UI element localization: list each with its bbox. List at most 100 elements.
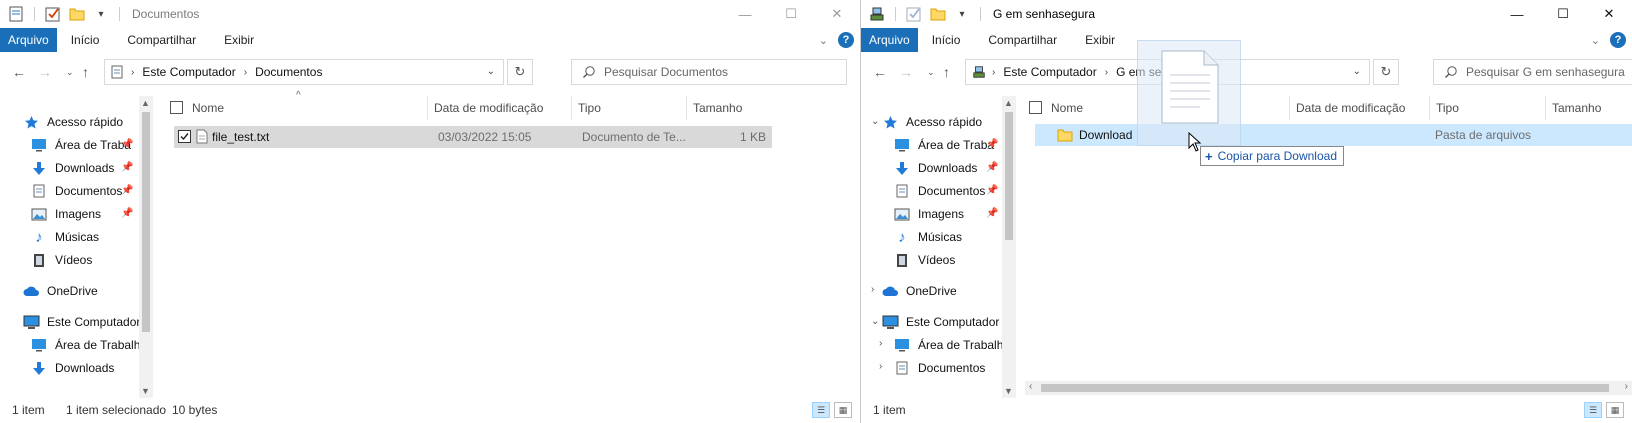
search-box[interactable] [1433,59,1632,85]
pin-icon[interactable]: 📌 [121,208,133,219]
close-button[interactable]: ✕ [814,0,860,28]
help-icon[interactable]: ? [838,32,854,48]
refresh-button[interactable]: ↻ [1373,59,1399,85]
nav-scrollbar[interactable]: ▲ ▼ [139,96,153,398]
pin-icon[interactable]: 📌 [986,162,998,173]
expand-chevron-icon[interactable]: › [879,361,882,372]
expand-chevron-icon[interactable]: › [871,284,874,295]
nav-imagens[interactable]: Imagens [30,203,101,225]
select-all-checkbox[interactable] [170,101,183,117]
scrollbar-thumb[interactable] [142,112,150,332]
nav-onedrive[interactable]: OneDrive [881,280,957,302]
scroll-left-arrow-icon[interactable]: ‹ [1029,381,1032,392]
tab-compartilhar[interactable]: Compartilhar [974,28,1071,52]
nav-onedrive[interactable]: OneDrive [22,280,98,302]
address-bar[interactable]: › Este Computador › Documentos ⌄ [104,59,504,85]
content-horizontal-scrollbar[interactable]: ‹ › [1025,381,1632,395]
column-tamanho[interactable]: Tamanho [1546,96,1632,120]
pin-icon[interactable]: 📌 [986,139,998,150]
breadcrumb-este-computador[interactable]: Este Computador [142,65,235,79]
address-dropdown-icon[interactable]: ⌄ [487,66,495,77]
expand-chevron-icon[interactable]: › [879,338,882,349]
details-view-icon[interactable]: ☰ [812,402,830,418]
tab-exibir[interactable]: Exibir [210,28,268,52]
nav-videos[interactable]: Vídeos [30,249,92,271]
tab-arquivo[interactable]: Arquivo [0,28,57,52]
new-folder-icon[interactable] [69,6,85,22]
pin-icon[interactable]: 📌 [121,139,133,150]
customize-toolbar-dropdown-icon[interactable]: ▾ [954,6,970,22]
nav-acesso-rapido[interactable]: Acesso rápido [22,111,123,133]
large-icons-view-icon[interactable]: ▦ [834,402,852,418]
tab-compartilhar[interactable]: Compartilhar [113,28,210,52]
scrollbar-thumb[interactable] [1041,384,1609,392]
nav-downloads[interactable]: Downloads [30,157,114,179]
help-icon[interactable]: ? [1610,32,1626,48]
column-data-modificacao[interactable]: Data de modificação [1290,96,1430,120]
details-view-icon[interactable]: ☰ [1584,402,1602,418]
nav-documentos[interactable]: Documentos [30,180,122,202]
back-arrow-icon[interactable]: ← [12,64,26,80]
scroll-up-arrow-icon[interactable]: ▲ [141,98,150,108]
back-arrow-icon[interactable]: ← [873,64,887,80]
nav-pc-downloads[interactable]: Downloads [30,357,114,379]
tab-exibir[interactable]: Exibir [1071,28,1129,52]
column-tamanho[interactable]: Tamanho [687,96,769,120]
forward-arrow-icon[interactable]: → [38,64,52,80]
minimize-button[interactable]: — [722,0,768,28]
close-button[interactable]: ✕ [1586,0,1632,28]
scroll-right-arrow-icon[interactable]: › [1625,381,1628,392]
nav-downloads[interactable]: Downloads [893,157,977,179]
nav-este-computador[interactable]: Este Computador [22,311,140,333]
search-box[interactable] [571,59,847,85]
properties-icon[interactable] [8,6,24,22]
column-tipo[interactable]: Tipo [572,96,687,120]
column-nome[interactable]: Nome [186,96,428,120]
breadcrumb-documentos[interactable]: Documentos [255,65,322,79]
search-input[interactable] [1466,65,1632,79]
nav-area-de-trabalho[interactable]: Área de Traba [893,134,994,156]
recent-locations-chevron-icon[interactable]: ⌄ [66,67,74,78]
tab-arquivo[interactable]: Arquivo [861,28,918,52]
nav-documentos[interactable]: Documentos [893,180,985,202]
collapse-chevron-icon[interactable]: ⌄ [871,316,879,327]
large-icons-view-icon[interactable]: ▦ [1606,402,1624,418]
expand-ribbon-icon[interactable]: ⌄ [1591,34,1600,47]
select-all-checkbox[interactable] [1029,101,1042,117]
pin-icon[interactable]: 📌 [986,208,998,219]
scroll-down-arrow-icon[interactable]: ▼ [141,386,150,396]
folder-row[interactable]: Download Pasta de arquivos [1035,124,1632,146]
network-drive-icon[interactable] [869,6,885,22]
minimize-button[interactable]: — [1494,0,1540,28]
file-row[interactable]: file_test.txt 03/03/2022 15:05 Documento… [174,126,772,148]
refresh-button[interactable]: ↻ [507,59,533,85]
nav-pc-area-de-trabalho[interactable]: Área de Trabalho [30,334,147,356]
scrollbar-thumb[interactable] [1005,112,1013,240]
nav-videos[interactable]: Vídeos [893,249,955,271]
nav-imagens[interactable]: Imagens [893,203,964,225]
pin-icon[interactable]: 📌 [121,185,133,196]
checkmark-properties-icon[interactable] [45,6,61,22]
expand-ribbon-icon[interactable]: ⌄ [819,34,828,47]
tab-inicio[interactable]: Início [918,28,975,52]
nav-pc-area-de-trabalho[interactable]: Área de Trabalho [893,334,1010,356]
nav-musicas[interactable]: ♪ Músicas [30,226,99,248]
checkmark-properties-icon[interactable] [906,6,922,22]
breadcrumb-este-computador[interactable]: Este Computador [1003,65,1096,79]
nav-pc-documentos[interactable]: Documentos [893,357,985,379]
nav-scrollbar[interactable]: ▲ ▼ [1002,96,1016,398]
up-arrow-icon[interactable]: ↑ [82,64,89,80]
column-tipo[interactable]: Tipo [1430,96,1546,120]
nav-musicas[interactable]: ♪ Músicas [893,226,962,248]
tab-inicio[interactable]: Início [57,28,114,52]
recent-locations-chevron-icon[interactable]: ⌄ [927,67,935,78]
maximize-button[interactable]: ☐ [768,0,814,28]
scroll-down-arrow-icon[interactable]: ▼ [1004,386,1013,396]
up-arrow-icon[interactable]: ↑ [943,64,950,80]
customize-toolbar-dropdown-icon[interactable]: ▾ [93,6,109,22]
nav-este-computador[interactable]: Este Computador [881,311,999,333]
nav-area-de-trabalho[interactable]: Área de Traba [30,134,131,156]
new-folder-icon[interactable] [930,6,946,22]
nav-acesso-rapido[interactable]: Acesso rápido [881,111,982,133]
address-dropdown-icon[interactable]: ⌄ [1353,66,1361,77]
